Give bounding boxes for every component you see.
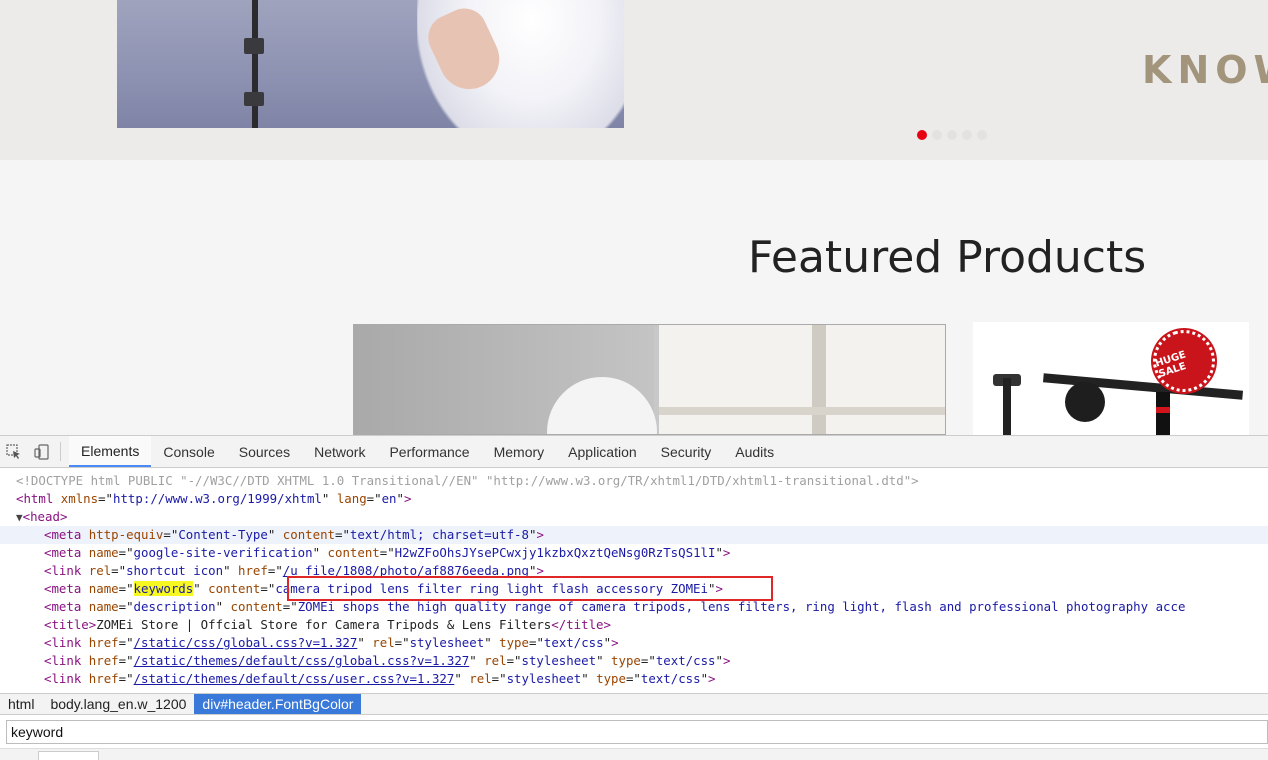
- drawer-strip: [0, 748, 1268, 760]
- dom-line-meta-content-type[interactable]: <meta http-equiv="Content-Type" content=…: [0, 526, 1268, 544]
- attr-value: text/css: [640, 671, 701, 686]
- product-card[interactable]: [353, 324, 946, 435]
- carousel-dot[interactable]: [917, 130, 927, 140]
- product-card[interactable]: HUGE SALE: [973, 322, 1249, 435]
- banner-heading: KNOW: [1142, 48, 1268, 92]
- stand-clamp: [244, 38, 264, 54]
- tab-network[interactable]: Network: [302, 436, 377, 467]
- doctype-text: <!DOCTYPE html PUBLIC "-//W3C//DTD XHTML…: [16, 473, 919, 488]
- dom-line-html[interactable]: <html xmlns="http://www.w3.org/1999/xhtm…: [0, 490, 1268, 508]
- dom-line-link-css[interactable]: <link href="/static/themes/default/css/u…: [0, 670, 1268, 688]
- dom-line-doctype[interactable]: <!DOCTYPE html PUBLIC "-//W3C//DTD XHTML…: [0, 472, 1268, 490]
- carousel-dots: [917, 130, 987, 140]
- carousel-dot[interactable]: [977, 130, 987, 140]
- attr-value: http://www.w3.org/1999/xhtml: [113, 491, 322, 506]
- attr-value: H2wZFoOhsJYsePCwxjy1kzbxQxztQeNsg0RzTsQS…: [394, 545, 716, 560]
- attr-value: text/html; charset=utf-8: [349, 527, 529, 542]
- breadcrumb-item[interactable]: body.lang_en.w_1200: [42, 694, 194, 714]
- dom-line-meta-description[interactable]: <meta name="description" content="ZOMEi …: [0, 598, 1268, 616]
- find-input[interactable]: [6, 720, 1268, 744]
- tab-audits[interactable]: Audits: [723, 436, 786, 467]
- dom-line-link-css[interactable]: <link href="/static/css/global.css?v=1.3…: [0, 634, 1268, 652]
- tripod-leg: [1003, 378, 1011, 435]
- attr-value: description: [133, 599, 216, 614]
- tab-console[interactable]: Console: [151, 436, 226, 467]
- tab-memory[interactable]: Memory: [482, 436, 557, 467]
- carousel-dot[interactable]: [947, 130, 957, 140]
- banner-photo: [117, 0, 624, 128]
- stand-clamp: [244, 92, 264, 106]
- window-frame: [812, 325, 826, 434]
- keywords-value: camera tripod lens filter ring light fla…: [275, 581, 708, 596]
- window-backdrop: [659, 325, 945, 434]
- drawer-tab[interactable]: [38, 751, 99, 760]
- tag-name: head: [30, 509, 60, 524]
- href-link[interactable]: /static/css/global.css?v=1.327: [134, 635, 358, 650]
- device-toolbar-icon[interactable]: [28, 436, 56, 467]
- dom-line-meta-verification[interactable]: <meta name="google-site-verification" co…: [0, 544, 1268, 562]
- breadcrumb-item-selected[interactable]: div#header.FontBgColor: [194, 694, 362, 714]
- attr-value: en: [381, 491, 397, 506]
- window-frame: [659, 407, 945, 415]
- webpage-viewport: KNOW Featured Products HUGE SALE: [0, 0, 1268, 435]
- attr-value: stylesheet: [521, 653, 597, 668]
- carousel-dot[interactable]: [962, 130, 972, 140]
- carousel-dot[interactable]: [932, 130, 942, 140]
- toolbar-divider: [60, 442, 61, 461]
- dom-line-head[interactable]: ▼<head>: [0, 508, 1268, 526]
- featured-products-title: Featured Products: [748, 232, 1147, 283]
- expand-triangle-icon[interactable]: ▼: [16, 511, 23, 524]
- breadcrumb-item[interactable]: html: [0, 694, 42, 714]
- attr-value: text/css: [543, 635, 604, 650]
- search-match: keywords: [133, 581, 194, 596]
- column-ring: [1156, 407, 1170, 413]
- light-stand: [252, 0, 258, 128]
- attr-value: stylesheet: [506, 671, 582, 686]
- ball-head: [1065, 382, 1105, 422]
- tripod-column: [1156, 392, 1170, 435]
- tab-sources[interactable]: Sources: [227, 436, 302, 467]
- tab-application[interactable]: Application: [556, 436, 649, 467]
- attr-value: shortcut icon: [126, 563, 224, 578]
- dom-line-title[interactable]: <title>ZOMEi Store | Offcial Store for C…: [0, 616, 1268, 634]
- attr-value: text/css: [655, 653, 716, 668]
- attr-value: ZOMEi shops the high quality range of ca…: [297, 599, 1186, 614]
- dom-line-link-css[interactable]: <link href="/static/themes/default/css/g…: [0, 652, 1268, 670]
- inspect-element-icon[interactable]: [0, 436, 28, 467]
- tab-security[interactable]: Security: [649, 436, 724, 467]
- attr-value: Content-Type: [178, 527, 268, 542]
- dom-breadcrumb: html body.lang_en.w_1200 div#header.Font…: [0, 693, 1268, 715]
- tab-elements[interactable]: Elements: [69, 436, 152, 467]
- attr-value: stylesheet: [409, 635, 485, 650]
- find-bar: [0, 716, 1268, 746]
- href-link[interactable]: /static/themes/default/css/global.css?v=…: [134, 653, 470, 668]
- hero-banner[interactable]: KNOW: [0, 0, 1268, 160]
- dom-line-link-icon[interactable]: <link rel="shortcut icon" href="/u_file/…: [0, 562, 1268, 580]
- dom-tree: <!DOCTYPE html PUBLIC "-//W3C//DTD XHTML…: [0, 472, 1268, 692]
- devtools-tabbar: Elements Console Sources Network Perform…: [0, 436, 1268, 468]
- tag-name: html: [23, 491, 54, 506]
- href-link[interactable]: /static/themes/default/css/user.css?v=1.…: [134, 671, 455, 686]
- devtools-panel: Elements Console Sources Network Perform…: [0, 435, 1268, 760]
- tab-performance[interactable]: Performance: [377, 436, 481, 467]
- attr-value: google-site-verification: [133, 545, 313, 560]
- dom-line-meta-keywords[interactable]: <meta name="keywords" content="camera tr…: [0, 580, 1268, 598]
- title-text: ZOMEi Store | Offcial Store for Camera T…: [96, 617, 552, 632]
- href-link[interactable]: /u_file/1808/photo/af8876eeda.png: [283, 563, 529, 578]
